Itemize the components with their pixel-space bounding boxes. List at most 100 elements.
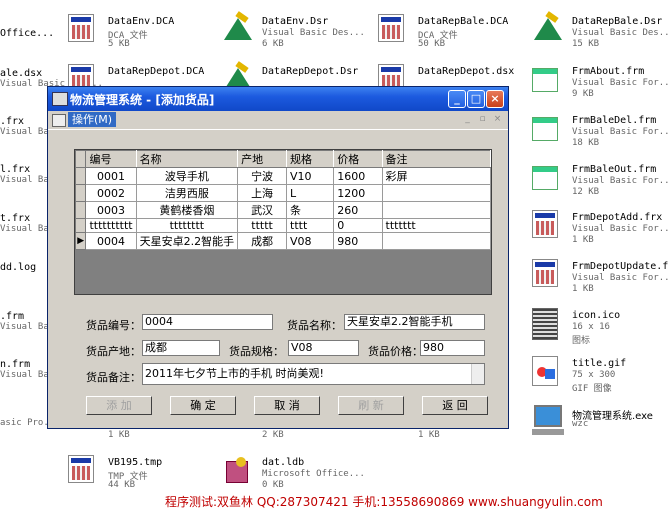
goods-note-textarea[interactable]: 2011年七夕节上市的手机 时尚美观! [142,363,485,385]
cell-price[interactable]: 0 [333,218,383,233]
document-icon[interactable] [52,114,66,127]
row-selector[interactable] [74,167,87,185]
cell-spec[interactable]: L [286,184,335,202]
goods-datagrid[interactable]: 编号 名称 产地 规格 价格 备注 0001 波导手机 宁波 V10 1600 … [74,149,492,295]
cell-note[interactable]: ttttttt [381,218,492,233]
goods-note-label: 货品备注： [86,371,141,384]
row-selector[interactable] [74,201,87,219]
table-row[interactable]: 0002 洁男西服 上海 L 1200 [74,184,492,202]
file-name: .frx [0,116,25,127]
goods-spec-input[interactable]: V08 [288,340,359,356]
mdi-close-button[interactable]: × [491,114,504,126]
mdi-restore-button[interactable]: ▫ [476,114,489,126]
cell-spec[interactable]: V08 [286,232,335,250]
tmp-file-icon [68,455,94,483]
goods-code-input[interactable]: 0004 [142,314,273,330]
cell-name[interactable]: 天星安卓2.2智能手 [135,232,239,250]
cell-price[interactable]: 1600 [333,167,383,185]
cell-origin[interactable]: 宁波 [237,167,288,185]
column-header[interactable]: 编号 [85,150,137,168]
note-scrollbar[interactable] [471,364,484,384]
cell-origin[interactable]: ttttt [237,218,288,233]
row-selector[interactable] [74,184,87,202]
maximize-button[interactable]: □ [467,90,485,108]
goods-note-text: 2011年七夕节上市的手机 时尚美观! [145,367,324,380]
file-type: Visual Basic Des... [262,28,365,38]
minimize-button[interactable]: _ [448,90,466,108]
cell-note[interactable] [381,232,492,250]
cell-note[interactable] [381,201,492,219]
file-name: dat.ldb [262,457,305,468]
close-button[interactable]: × [486,90,504,108]
cell-name[interactable]: 洁男西服 [135,184,239,202]
add-goods-window[interactable]: 物流管理系统 - [添加货品] _ □ × 操作(M) _ ▫ × 编号 名称 … [47,86,509,429]
goods-price-input[interactable]: 980 [420,340,485,356]
cell-origin[interactable]: 成都 [237,232,288,250]
file-name: n.frm [0,359,31,370]
cell-name[interactable]: 波导手机 [135,167,239,185]
cancel-button[interactable]: 取 消 [254,396,320,415]
cell-price[interactable]: 980 [333,232,383,250]
table-row[interactable]: 0003 黄鹤楼香烟 武汉 条 260 [74,201,492,219]
table-row-current[interactable]: ▶ 0004 天星安卓2.2智能手 成都 V08 980 [74,232,492,250]
cell-name[interactable]: tttttttt [135,218,239,233]
mdi-minimize-button[interactable]: _ [461,114,474,126]
goods-name-input[interactable]: 天星安卓2.2智能手机 [344,314,485,330]
file-name: ale.dsx [0,68,43,79]
current-row-arrow-icon[interactable]: ▶ [74,232,87,250]
menu-operations[interactable]: 操作(M) [68,112,117,127]
window-title: 物流管理系统 - [添加货品] [70,93,215,107]
cell-price[interactable]: 260 [333,201,383,219]
file-name: title.gif [572,358,627,369]
add-button[interactable]: 添 加 [86,396,152,415]
cell-code[interactable]: 0001 [85,167,137,185]
cell-spec[interactable]: V10 [286,167,335,185]
file-size: 0 KB [262,480,284,490]
gif-file-icon [532,356,558,386]
row-selector[interactable] [74,218,87,233]
file-type: 75 x 300 [572,370,616,380]
goods-origin-input[interactable]: 成都 [142,340,220,356]
refresh-button[interactable]: 刷 新 [338,396,404,415]
column-header[interactable]: 名称 [135,150,239,168]
frx-file-icon [532,259,558,287]
file-type: Visual Basic For... [572,78,670,88]
cell-origin[interactable]: 武汉 [237,201,288,219]
cell-price[interactable]: 1200 [333,184,383,202]
dca-file-icon [68,14,94,42]
ldb-file-icon [222,455,252,485]
cell-name[interactable]: 黄鹤楼香烟 [135,201,239,219]
goods-spec-label: 货品规格： [229,345,284,358]
cell-code[interactable]: tttttttttt [85,218,137,233]
app-icon [52,92,68,106]
cell-origin[interactable]: 上海 [237,184,288,202]
cell-code[interactable]: 0004 [85,232,137,250]
file-size: 6 KB [262,39,284,49]
file-size: 1 KB [572,235,594,245]
file-name: icon.ico [572,310,621,321]
column-header[interactable]: 产地 [237,150,288,168]
table-row[interactable]: 0001 波导手机 宁波 V10 1600 彩屏 [74,167,492,185]
title-bar[interactable]: 物流管理系统 - [添加货品] _ □ × [48,87,508,111]
cell-spec[interactable]: 条 [286,201,335,219]
cell-code[interactable]: 0003 [85,201,137,219]
goods-table: 编号 名称 产地 规格 价格 备注 0001 波导手机 宁波 V10 1600 … [74,150,492,250]
table-row[interactable]: tttttttttt tttttttt ttttt tttt 0 ttttttt [74,218,492,233]
file-name: l.frx [0,164,31,175]
cell-note[interactable]: 彩屏 [381,167,492,185]
file-label-cut-6[interactable]: dd.log [0,262,36,273]
confirm-button[interactable]: 确 定 [170,396,236,415]
file-size: 1 KB [108,430,130,440]
column-header[interactable]: 备注 [381,150,492,168]
file-label-cut-1[interactable]: Office... [0,28,54,39]
cell-code[interactable]: 0002 [85,184,137,202]
cell-spec[interactable]: tttt [286,218,335,233]
file-size: 9 KB [572,89,594,99]
column-header[interactable]: 规格 [286,150,335,168]
back-button[interactable]: 返 回 [422,396,488,415]
file-name: dd.log [0,262,37,273]
column-header[interactable]: 价格 [333,150,383,168]
file-name: DataRepBale.DCA [418,16,509,27]
dsr-file-icon [222,11,252,44]
cell-note[interactable] [381,184,492,202]
